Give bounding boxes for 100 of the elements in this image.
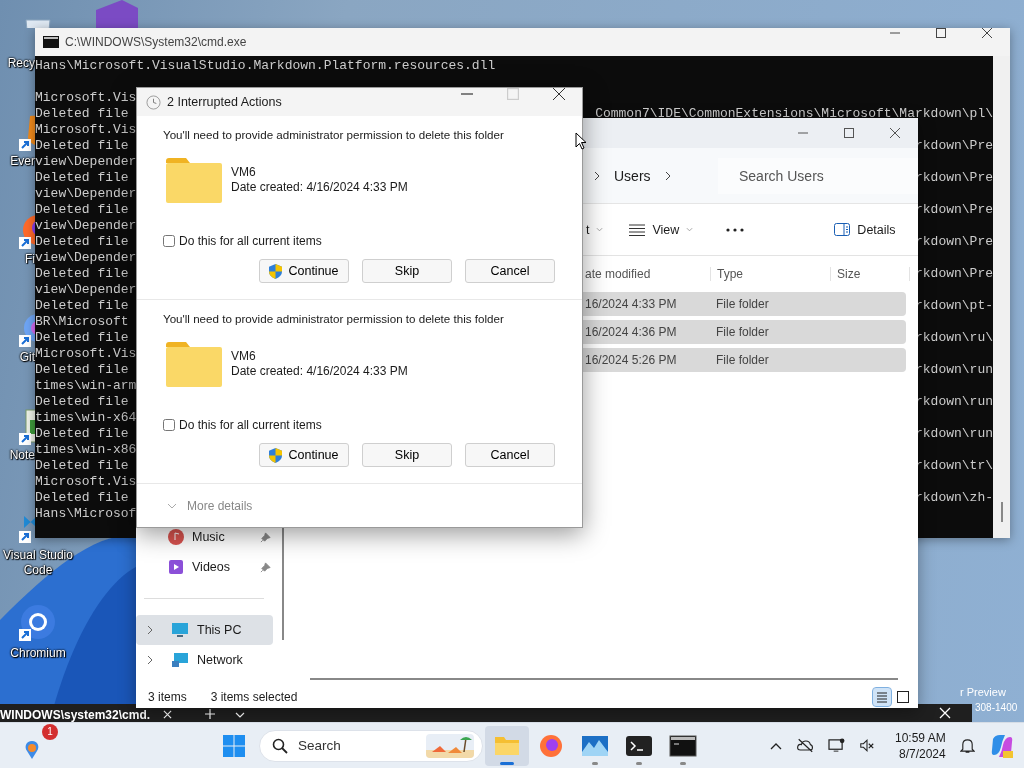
search-icon [272,737,288,754]
console-line: rkdown\Pre [915,266,993,282]
console-line: BR\Microsoft [35,314,129,330]
dialog-button[interactable]: Continue [259,443,349,467]
app-shortcut-icon[interactable] [18,602,58,642]
folder-icon [166,341,222,387]
dialog-button[interactable]: Cancel [465,259,555,283]
search-bar[interactable]: Search [259,729,483,762]
chevron-right-icon[interactable] [147,655,153,665]
console-line: Deleted file [35,330,129,346]
chevron-down-icon [167,502,177,509]
caret-icon [596,227,604,232]
console-line: rkdown\tr\ [915,458,993,474]
shield-icon [269,263,283,279]
cloud-off-icon[interactable] [796,738,814,753]
table-cell-text: 16/2024 4:33 PM [584,297,678,311]
sort-button[interactable]: t [586,222,604,237]
folder-name: VM6 [231,165,257,180]
sidebar-item[interactable]: Videos [136,552,273,582]
sidebar-item[interactable]: This PC [136,615,273,645]
folder-name: VM6 [231,349,257,364]
bell-icon[interactable] [959,737,975,754]
video-icon [168,559,184,575]
details-pane-icon [834,223,851,236]
console-line: Microsoft.Vis [35,90,137,106]
table-cell-text: File folder [715,325,770,339]
checkbox-label[interactable]: Do this for all current items [179,234,322,248]
volume-muted-icon[interactable] [859,738,875,753]
start-icon[interactable] [222,733,246,758]
shield-icon [269,447,283,463]
checkbox[interactable] [163,235,175,247]
notification-badge: 1 [42,724,58,740]
console-line: rkdown\ru\ [915,330,993,346]
chevron-down-icon[interactable] [235,712,245,718]
window-title: 2 Interrupted Actions [167,95,282,109]
console-line: Microsoft.Vis [35,346,137,362]
console-line: Hans\Microsof [35,506,137,522]
console-line: Deleted file [35,170,129,186]
console-line: Microsoft.Vis [35,122,137,138]
console-line: Deleted file [35,202,129,218]
console-line: rkdown\run [915,426,993,442]
dialog-button[interactable]: Skip [362,443,452,467]
console-line: Hans\Microsoft.VisualStudio.Markdown.Platform.resources.dll [35,58,496,74]
chevron-up-icon[interactable] [770,741,782,750]
console-line: Microsoft.Vis [35,474,137,490]
window-title: C:\WINDOWS\System32\cmd.exe [65,35,247,49]
console-line: Deleted file [35,298,129,314]
console-line: rkdown\run [915,394,993,410]
checkbox-label[interactable]: Do this for all current items [179,418,322,432]
caret-icon [686,227,694,232]
more-details-toggle[interactable]: More details [167,498,253,513]
tiles-view-icon[interactable] [894,688,912,706]
close-icon[interactable] [163,710,172,719]
desktop-icon-label[interactable]: Chromium [0,646,76,661]
console-line: rkdown\Pre [915,170,993,186]
message-text: You'll need to provide administrator permission to delete this folder [163,312,505,327]
dialog-button[interactable]: Skip [362,259,452,283]
chevron-right-icon[interactable] [664,170,671,181]
view-button[interactable]: View [629,222,694,237]
build-info-text: 308-1400 [975,702,1018,713]
clock[interactable]: 10:59 AM 8/7/2024 [895,729,946,762]
search-field[interactable]: Search Users [718,157,918,194]
console-line: view\Depender [35,282,137,298]
chevron-right-icon[interactable] [147,625,153,635]
console-line: view\Depender [35,218,137,234]
folder-icon [166,157,222,203]
table-cell-text: File folder [715,353,770,367]
sidebar-item[interactable]: Network [136,645,273,675]
more-icon[interactable] [726,227,745,232]
folder-icon[interactable] [485,725,529,766]
console-line: view\Depender [35,186,137,202]
checkbox[interactable] [163,419,175,431]
breadcrumb-item[interactable]: Users [614,167,651,184]
dialog-button[interactable]: Continue [259,259,349,283]
plus-icon[interactable] [205,709,215,719]
close-icon[interactable] [939,707,951,719]
console-line: rkdown\pt- [915,298,993,314]
console-line: rkdown\Pre [915,202,993,218]
time-text: 10:59 AM [895,729,946,746]
monitor-icon[interactable] [828,738,845,753]
monitor-icon [171,622,189,638]
message-text: You'll need to provide administrator permission to delete this folder [163,128,505,143]
dialog-button[interactable]: Cancel [465,443,555,467]
console-line: times\win-x64 [35,410,137,426]
terminal-tab[interactable]: WINDOWS\system32\cmd. [0,708,151,722]
scrollbar-thumb[interactable] [310,678,898,680]
date-created-text: Date created: 4/16/2024 4:33 PM [231,364,408,379]
chevron-right-icon[interactable] [594,170,600,181]
scrollbar-thumb[interactable] [1001,502,1003,522]
console-line: rkdown\Pre [915,138,993,154]
console-line: Deleted file [35,266,129,282]
clock-icon [146,94,161,110]
status-text: 3 items selected [210,690,298,704]
column-header[interactable]: Type [710,267,830,281]
scrollbar-thumb[interactable] [282,528,284,640]
console-line: Deleted file [35,458,129,474]
details-button[interactable]: Details [834,222,896,237]
date-created-text: Date created: 4/16/2024 4:33 PM [231,180,408,195]
build-info-text: r Preview [960,686,1006,698]
column-header[interactable]: Size [830,267,910,281]
